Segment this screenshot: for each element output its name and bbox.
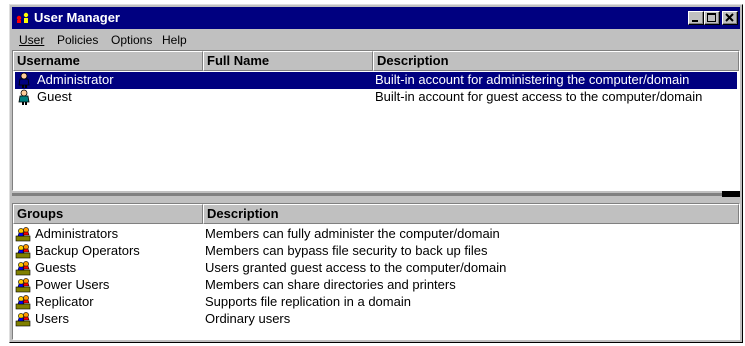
username-cell: Guest xyxy=(37,89,72,104)
group-name-cell: Administrators xyxy=(35,226,119,241)
group-description-cell: Users granted guest access to the comput… xyxy=(205,260,507,275)
group-description-cell: Supports file replication in a domain xyxy=(205,294,411,309)
user-icon xyxy=(18,89,30,105)
menu-user[interactable]: User xyxy=(19,33,44,47)
description-cell: Built-in account for guest access to the… xyxy=(375,89,703,104)
column-header-full-name[interactable]: Full Name xyxy=(203,51,373,71)
group-icon xyxy=(15,312,31,327)
group-name-cell: Replicator xyxy=(35,294,94,309)
minimize-icon xyxy=(692,20,698,22)
close-button[interactable] xyxy=(722,11,738,25)
group-name-cell: Power Users xyxy=(35,277,110,292)
column-header-groups[interactable]: Groups xyxy=(13,204,203,224)
close-icon xyxy=(725,13,734,22)
group-row[interactable]: Users Ordinary users xyxy=(15,311,737,328)
user-manager-icon xyxy=(16,12,29,23)
minimize-button[interactable] xyxy=(688,11,704,25)
menu-policies[interactable]: Policies xyxy=(57,33,98,47)
maximize-button[interactable] xyxy=(704,11,720,25)
group-description-cell: Members can fully administer the compute… xyxy=(205,226,500,241)
menu-bar: User Policies Options Help xyxy=(12,30,740,50)
group-row[interactable]: Backup Operators Members can bypass file … xyxy=(15,243,737,260)
user-row-administrator[interactable]: Administrator Built-in account for admin… xyxy=(15,72,737,89)
column-header-username[interactable]: Username xyxy=(13,51,203,71)
group-icon xyxy=(15,295,31,310)
window-title: User Manager xyxy=(34,10,120,25)
group-description-cell: Members can bypass file security to back… xyxy=(205,243,488,258)
group-row[interactable]: Administrators Members can fully administ… xyxy=(15,226,737,243)
username-cell: Administrator xyxy=(37,72,114,87)
group-icon xyxy=(15,278,31,293)
user-icon xyxy=(18,72,30,88)
menu-options[interactable]: Options xyxy=(111,33,152,47)
group-name-cell: Backup Operators xyxy=(35,243,140,258)
group-icon xyxy=(15,261,31,276)
column-header-group-description[interactable]: Description xyxy=(203,204,739,224)
user-manager-window: User Manager User Policies Options Help … xyxy=(9,4,743,343)
group-icon xyxy=(15,227,31,242)
group-description-cell: Members can share directories and printe… xyxy=(205,277,456,292)
users-list[interactable]: Username Full Name Description Administr… xyxy=(12,50,740,191)
group-icon xyxy=(15,244,31,259)
title-bar[interactable]: User Manager xyxy=(12,7,740,29)
group-name-cell: Users xyxy=(35,311,69,326)
column-header-description[interactable]: Description xyxy=(373,51,739,71)
menu-help[interactable]: Help xyxy=(162,33,187,47)
maximize-icon xyxy=(707,13,716,22)
pane-splitter[interactable] xyxy=(12,191,740,199)
group-description-cell: Ordinary users xyxy=(205,311,291,326)
group-row[interactable]: Replicator Supports file replication in a… xyxy=(15,294,737,311)
description-cell: Built-in account for administering the c… xyxy=(375,72,690,87)
splitter-bar xyxy=(12,193,722,196)
group-row[interactable]: Guests Users granted guest access to the … xyxy=(15,260,737,277)
splitter-handle[interactable] xyxy=(722,191,740,197)
group-name-cell: Guests xyxy=(35,260,77,275)
groups-list[interactable]: Groups Description Administrators Members… xyxy=(12,203,740,340)
group-row[interactable]: Power Users Members can share directories… xyxy=(15,277,737,294)
user-row-guest[interactable]: Guest Built-in account for guest access … xyxy=(15,89,737,106)
